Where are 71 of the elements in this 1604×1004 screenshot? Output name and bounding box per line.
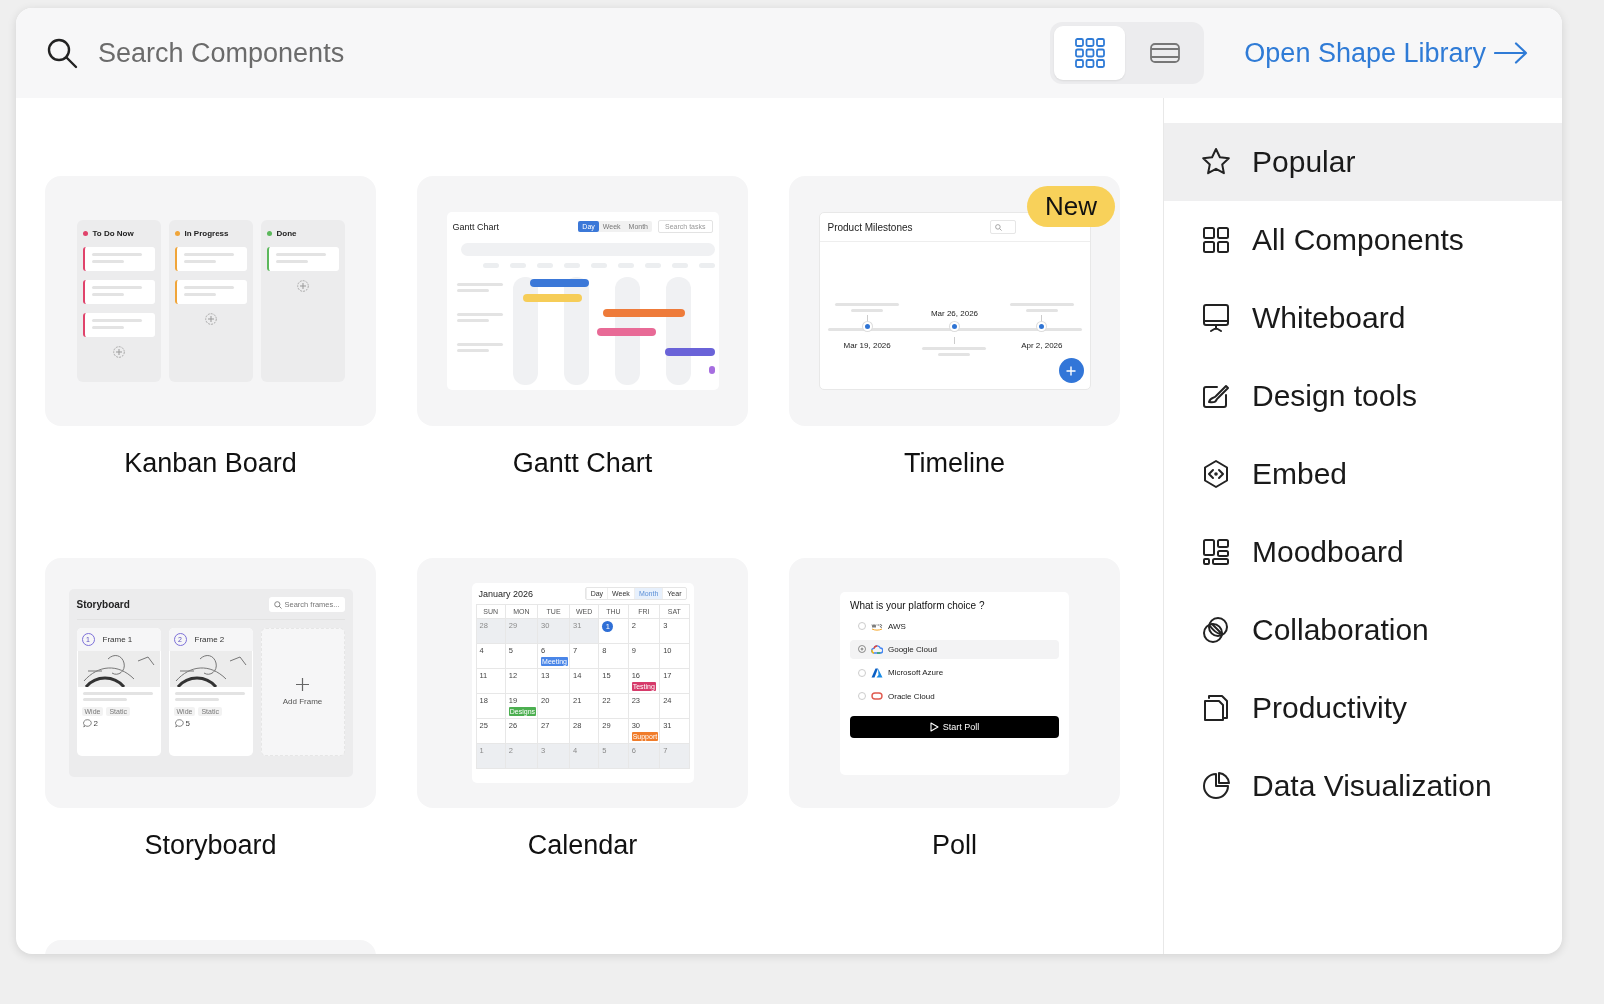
category-item[interactable]: Popular xyxy=(1164,123,1562,201)
add-icon xyxy=(296,280,309,292)
monitor-icon xyxy=(1200,302,1232,334)
timeline-title: Product Milestones xyxy=(827,221,913,233)
category-item[interactable]: Collaboration xyxy=(1164,591,1562,669)
option-label: Oracle Cloud xyxy=(888,691,935,701)
add-icon xyxy=(112,346,125,358)
search-icon xyxy=(46,37,78,69)
grid-icon xyxy=(1200,224,1232,256)
plus-icon xyxy=(296,678,309,691)
add-frame-button[interactable]: Add Frame xyxy=(260,628,345,756)
category-item[interactable]: Moodboard xyxy=(1164,513,1562,591)
milestone-date: Apr 2, 2026 xyxy=(1021,340,1063,352)
milestone-dot[interactable] xyxy=(1037,322,1047,331)
add-icon xyxy=(204,313,217,325)
component-title: Calendar xyxy=(526,830,639,861)
comment-icon xyxy=(82,719,92,728)
open-shape-library-link[interactable]: Open Shape Library xyxy=(1244,37,1528,69)
add-button[interactable] xyxy=(1058,358,1084,383)
poll-option[interactable]: AWS xyxy=(850,616,1059,636)
component-title: Kanban Board xyxy=(123,448,298,479)
search-field[interactable]: Search Components xyxy=(96,36,500,70)
layout-blocks-icon xyxy=(1200,536,1232,568)
arrow-right-icon xyxy=(1494,42,1528,64)
category-item[interactable]: Data Visualization xyxy=(1164,747,1562,825)
component-title: Timeline xyxy=(903,448,1006,479)
component-title: Poll xyxy=(931,830,978,861)
pie-chart-icon xyxy=(1200,770,1232,802)
poll-option[interactable]: Google Cloud xyxy=(850,639,1059,659)
category-item[interactable]: All Components xyxy=(1164,201,1562,279)
new-badge: New xyxy=(1027,186,1115,227)
poll-option[interactable]: Oracle Cloud xyxy=(850,686,1059,706)
radio-button[interactable] xyxy=(858,645,866,653)
option-label: Google Cloud xyxy=(888,644,937,654)
grid-icon xyxy=(1074,38,1105,68)
list-icon xyxy=(1149,40,1180,66)
option-label: Microsoft Azure xyxy=(888,668,944,677)
column-title: Done xyxy=(276,229,297,238)
play-icon xyxy=(929,721,939,732)
poll-option[interactable]: Microsoft Azure xyxy=(850,662,1059,683)
search-field[interactable] xyxy=(989,220,1016,234)
category-item[interactable]: Productivity xyxy=(1164,669,1562,747)
oval-ring-icon xyxy=(871,692,883,700)
component-title: Storyboard xyxy=(143,830,278,861)
milestone-dot[interactable] xyxy=(862,322,872,331)
column-title: In Progress xyxy=(184,229,229,238)
comment-icon xyxy=(174,719,184,728)
frame-title: Frame 1 xyxy=(102,635,133,644)
milestone-date: Mar 19, 2026 xyxy=(843,340,891,352)
category-item[interactable]: Embed xyxy=(1164,435,1562,513)
plus-icon xyxy=(1066,365,1076,376)
poll-question: What is your platform choice ? xyxy=(850,599,986,611)
cloud-icon xyxy=(871,644,883,654)
calendar-title: January 2026 xyxy=(478,588,534,599)
grid-view-button[interactable] xyxy=(1054,26,1126,80)
comment-count: 2 xyxy=(93,719,98,728)
component-title: Gantt Chart xyxy=(511,448,654,479)
comment-count: 5 xyxy=(185,719,190,728)
milestone-dot[interactable] xyxy=(950,322,959,331)
search-icon xyxy=(994,223,1002,231)
gantt-title: Gantt Chart xyxy=(452,221,501,232)
search-icon xyxy=(274,600,283,609)
category-item[interactable]: Design tools xyxy=(1164,357,1562,435)
start-poll-button[interactable]: Start Poll xyxy=(850,715,1059,738)
storyboard-title: Storyboard xyxy=(76,599,130,610)
triangle-a-icon xyxy=(871,667,883,678)
frame-title: Frame 2 xyxy=(194,635,225,644)
column-title: To Do Now xyxy=(92,229,134,238)
option-label: AWS xyxy=(888,621,906,631)
category-item[interactable]: Whiteboard xyxy=(1164,279,1562,357)
milestone-date: Mar 26, 2026 xyxy=(930,308,979,320)
